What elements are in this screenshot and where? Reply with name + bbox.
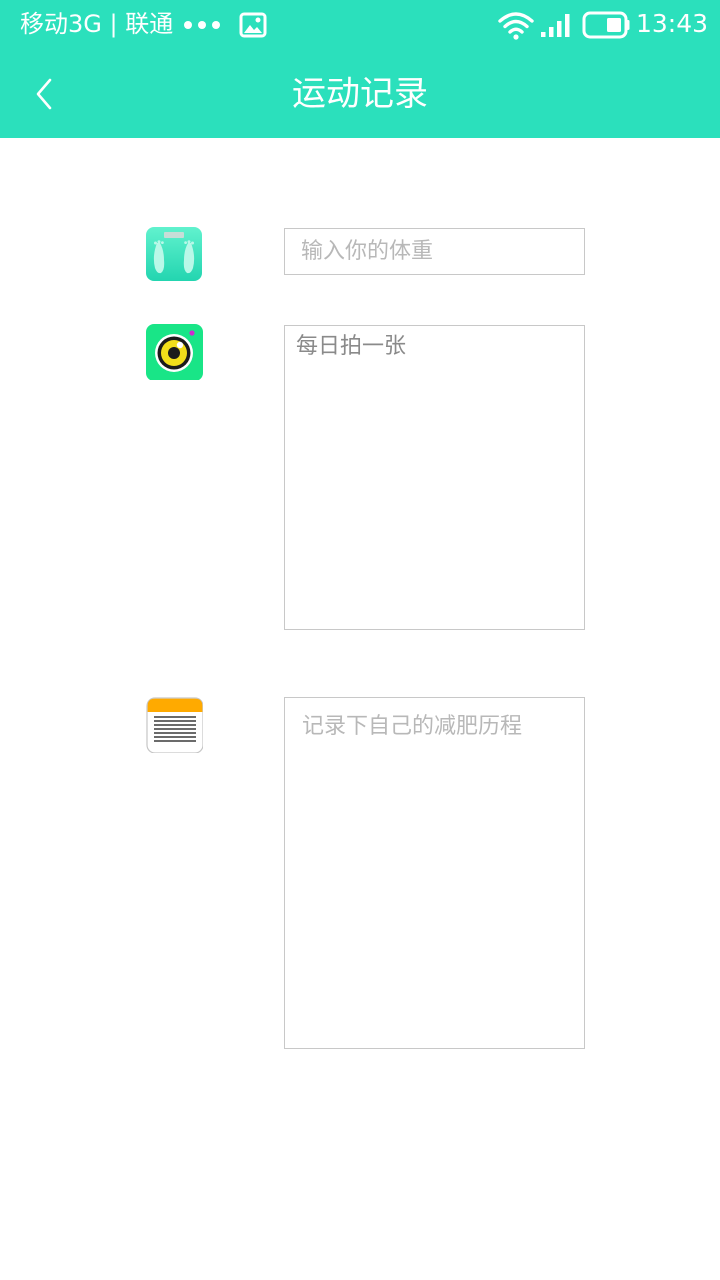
- notes-icon: [146, 697, 203, 753]
- bathroom-scale-icon: [146, 227, 202, 281]
- signal-icon: [541, 14, 570, 37]
- carrier-label: 移动3G | 联通: [20, 10, 174, 38]
- battery-icon: [582, 11, 630, 39]
- image-icon: [239, 12, 267, 38]
- page-title: 运动记录: [292, 74, 428, 114]
- diary-textarea[interactable]: [284, 697, 585, 1049]
- weight-input[interactable]: [284, 228, 585, 275]
- wifi-icon: [498, 12, 534, 40]
- photo-label: 每日拍一张: [296, 334, 407, 359]
- camera-icon[interactable]: [145, 324, 203, 380]
- more-dots-icon: [184, 16, 220, 34]
- photo-upload-box[interactable]: 每日拍一张: [284, 325, 585, 630]
- status-time: 13:43: [636, 9, 709, 38]
- status-bar: 移动3G | 联通 13:43: [0, 0, 720, 50]
- app-header: 移动3G | 联通 13:43 运动记录: [0, 0, 720, 138]
